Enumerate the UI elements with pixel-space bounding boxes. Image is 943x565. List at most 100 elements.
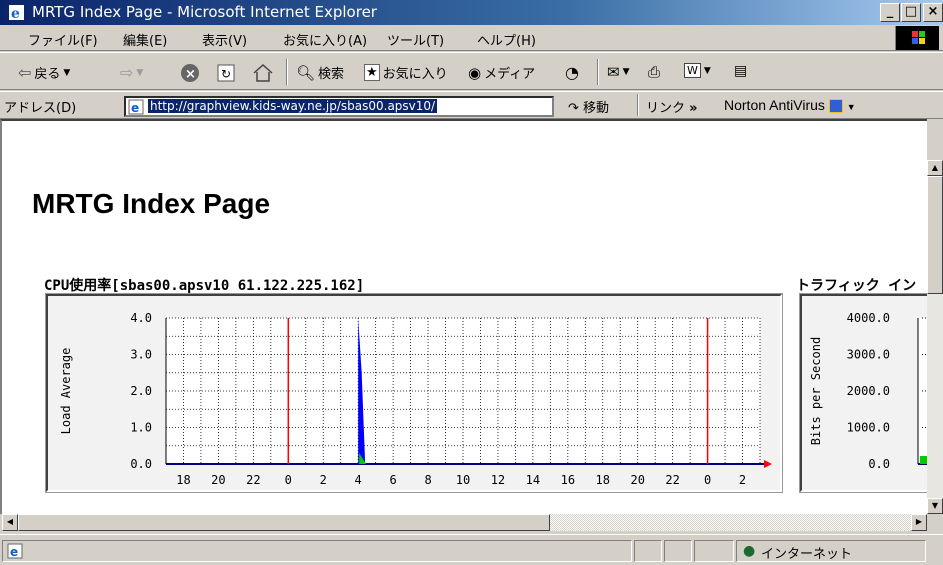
mail-icon: ✉	[607, 63, 620, 81]
cpu-graph[interactable]: 0.0 1.0 2.0 3.0 4.0 18 20 22 0 2 4 6 8 10 12 14 16 18 20 22…	[45, 293, 783, 493]
search-button[interactable]: 🔍︎ 検索	[296, 63, 345, 83]
close-button[interactable]: ×	[923, 3, 943, 22]
media-button[interactable]: ◉ メディア	[468, 63, 536, 83]
print-icon: ⎙	[648, 63, 661, 81]
norton-icon	[828, 99, 843, 114]
x-tick-label: 2	[739, 473, 746, 487]
traffic-graph[interactable]: 0.01000.02000.03000.04000.01Bits per Sec…	[799, 293, 943, 493]
status-bar: e ● インターネット	[0, 534, 943, 565]
vertical-scrollbar[interactable]: ▲ ▼	[927, 160, 943, 514]
y-tick-label: 4000.0	[847, 311, 890, 325]
ie-icon: e	[9, 5, 24, 21]
horizontal-scrollbar[interactable]: ◀ ▶	[2, 514, 927, 531]
status-zone-cell: ● インターネット	[736, 540, 926, 562]
graph-title-cpu: CPU使用率[sbas00.apsv10 61.122.225.162]	[44, 278, 365, 294]
scroll-down-button[interactable]: ▼	[927, 498, 943, 514]
favorites-label: お気に入り	[382, 67, 448, 82]
window-title: MRTG Index Page - Microsoft Internet Exp…	[32, 3, 377, 21]
x-tick-label: 8	[424, 473, 431, 487]
globe-icon: ●	[743, 543, 756, 559]
search-icon: 🔍︎	[296, 63, 316, 82]
address-url: http://graphview.kids-way.ne.jp/sbas00.a…	[148, 99, 438, 113]
media-icon: ◉	[468, 63, 482, 82]
address-label: アドレス(D)	[4, 101, 77, 116]
status-progress-cell	[634, 540, 662, 562]
refresh-icon: ↻	[217, 64, 235, 82]
x-tick-label: 12	[491, 473, 505, 487]
x-axis-arrow	[764, 460, 772, 468]
y-tick-label: 0.0	[130, 457, 152, 471]
x-tick-label: 16	[561, 473, 575, 487]
svg-text:↻: ↻	[221, 67, 231, 81]
x-tick-label: 18	[176, 473, 190, 487]
menu-favorites[interactable]: お気に入り(A)	[283, 30, 367, 49]
y-tick-label: 4.0	[130, 311, 152, 325]
chevron-down-icon: ▼	[703, 65, 711, 76]
y-tick-label: 3.0	[130, 348, 152, 362]
refresh-button[interactable]: ↻	[216, 63, 236, 83]
go-button[interactable]: ↷ 移動	[568, 97, 609, 116]
chevron-right-icon: »	[689, 101, 698, 116]
y-tick-label: 0.0	[868, 457, 890, 471]
search-label: 検索	[318, 67, 345, 82]
discuss-button[interactable]: ▤	[734, 63, 747, 79]
y-axis-label: Bits per Second	[809, 337, 823, 445]
x-tick-label: 0	[285, 473, 292, 487]
address-input[interactable]: e http://graphview.kids-way.ne.jp/sbas00…	[124, 96, 554, 117]
scroll-right-button[interactable]: ▶	[911, 514, 927, 531]
toolbar-separator	[597, 59, 599, 85]
scroll-up-button[interactable]: ▲	[927, 160, 943, 176]
status-zone: インターネット	[761, 547, 853, 562]
status-lock-cell	[664, 540, 692, 562]
links-button[interactable]: リンク »	[646, 97, 698, 116]
horizontal-scroll-thumb[interactable]	[18, 514, 550, 531]
mail-button[interactable]: ✉ ▼	[607, 63, 630, 81]
chevron-down-icon: ▼	[622, 67, 630, 77]
go-arrow-icon: ↷	[568, 101, 579, 116]
windows-flag-icon	[912, 31, 925, 44]
edit-button[interactable]: W ▼	[684, 63, 711, 78]
links-label: リンク	[646, 101, 686, 116]
history-button[interactable]: ◔	[565, 63, 579, 82]
address-separator	[637, 94, 639, 116]
x-tick-label: 2	[320, 473, 327, 487]
svg-text:e: e	[131, 101, 139, 115]
vertical-scroll-thumb[interactable]	[927, 176, 943, 294]
x-tick-label: 22	[665, 473, 679, 487]
menu-view[interactable]: 表示(V)	[202, 30, 247, 49]
scroll-left-button[interactable]: ◀	[2, 514, 18, 531]
print-button[interactable]: ⎙	[648, 63, 660, 81]
svg-text:e: e	[11, 6, 20, 21]
graph-title-traffic: トラフィック イン	[796, 278, 917, 294]
media-label: メディア	[484, 67, 536, 82]
home-button[interactable]	[252, 63, 274, 83]
toolbar: ⇦ 戻る ▼ ⇨ ▼ × ↻ 🔍︎ 検索 ★ お気に入り ◉ メディア ◔ ✉ …	[0, 52, 943, 90]
x-tick-label: 20	[630, 473, 644, 487]
chevron-down-icon: ▼	[846, 102, 856, 112]
discuss-icon: ▤	[734, 63, 748, 79]
menu-edit[interactable]: 編集(E)	[123, 30, 167, 49]
menu-file[interactable]: ファイル(F)	[28, 30, 98, 49]
x-tick-label: 18	[596, 473, 610, 487]
menu-help[interactable]: ヘルプ(H)	[477, 30, 536, 49]
status-text-cell: e	[2, 540, 632, 562]
y-tick-label: 2000.0	[847, 384, 890, 398]
x-tick-label: 4	[355, 473, 362, 487]
windows-logo	[895, 26, 939, 50]
maximize-button[interactable]: □	[901, 3, 921, 22]
menu-tools[interactable]: ツール(T)	[387, 30, 444, 49]
favorites-button[interactable]: ★ お気に入り	[364, 63, 448, 82]
forward-button[interactable]: ⇨ ▼	[120, 63, 143, 82]
x-tick-label: 6	[390, 473, 397, 487]
norton-button[interactable]: Norton AntiVirus ▼	[724, 97, 856, 114]
favorites-icon: ★	[364, 64, 380, 81]
address-bar: アドレス(D) e http://graphview.kids-way.ne.j…	[0, 91, 943, 119]
back-button[interactable]: ⇦ 戻る ▼	[18, 63, 70, 82]
y-tick-label: 3000.0	[847, 348, 890, 362]
minimize-button[interactable]: _	[880, 3, 900, 22]
y-tick-label: 1.0	[130, 421, 152, 435]
stop-button[interactable]: ×	[180, 63, 200, 83]
toolbar-separator	[286, 59, 288, 85]
back-label: 戻る	[34, 67, 61, 82]
chevron-down-icon: ▼	[136, 67, 144, 78]
